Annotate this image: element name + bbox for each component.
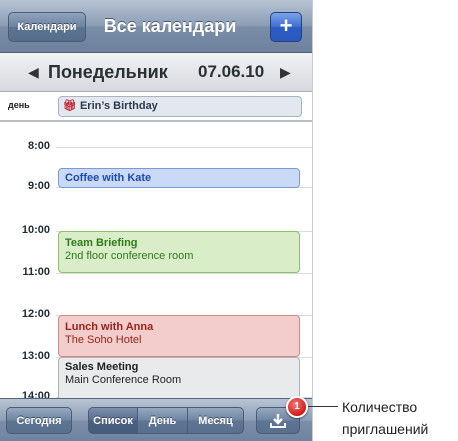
all-day-label: день — [8, 100, 30, 110]
time-label: 12:00 — [21, 308, 50, 320]
event-title: Coffee with Kate — [65, 172, 152, 184]
event-location: The Soho Hotel — [65, 334, 142, 346]
navigation-bar: Календари Все календари + — [0, 0, 312, 53]
event-lunch-with-anna[interactable]: Lunch with Anna The Soho Hotel — [58, 315, 300, 357]
event-location: 2nd floor conference room — [65, 250, 194, 262]
month-view-tab[interactable]: Месяц — [187, 407, 244, 434]
bottom-toolbar: Сегодня Список День Месяц — [0, 398, 312, 441]
all-day-row: день 🎁︎ Erin’s Birthday — [0, 92, 312, 122]
download-tray-icon — [270, 414, 286, 428]
invitation-count-badge: 1 — [286, 396, 308, 418]
time-label: 10:00 — [21, 224, 50, 236]
time-label: 11:00 — [22, 266, 50, 278]
event-sales-meeting[interactable]: Sales Meeting Main Conference Room — [58, 357, 300, 400]
next-day-arrow-icon[interactable]: ▶ — [280, 62, 291, 82]
event-coffee-with-kate[interactable]: Coffee with Kate — [58, 168, 300, 188]
plus-icon: + — [279, 13, 293, 38]
event-title: Lunch with Anna — [65, 321, 154, 333]
calendars-button[interactable]: Календари — [8, 12, 86, 42]
callout-label: Количество приглашений — [342, 399, 429, 437]
list-view-tab[interactable]: Список — [88, 407, 138, 434]
day-timeline[interactable]: 8:00 9:00 10:00 11:00 12:00 13:00 14:00 … — [0, 124, 312, 400]
gift-icon: 🎁︎ — [63, 100, 77, 112]
hour-line — [56, 147, 312, 148]
time-label: 13:00 — [21, 350, 50, 362]
page-title: Все календари — [103, 16, 237, 36]
today-button[interactable]: Сегодня — [6, 407, 72, 434]
previous-day-arrow-icon[interactable]: ◀ — [28, 62, 39, 82]
add-event-button[interactable]: + — [270, 12, 302, 42]
callout-line — [308, 406, 338, 407]
event-title: Team Briefing — [65, 237, 138, 249]
all-day-event[interactable]: 🎁︎ Erin’s Birthday — [58, 96, 302, 117]
event-team-briefing[interactable]: Team Briefing 2nd floor conference room — [58, 231, 300, 273]
time-label: 8:00 — [27, 140, 50, 152]
iphone-calendar-screen: Календари Все календари + ◀ Понедельник … — [0, 0, 313, 441]
event-location: Main Conference Room — [65, 374, 182, 386]
weekday-label: Понедельник — [48, 62, 168, 82]
date-header: ◀ Понедельник 07.06.10 ▶ — [0, 53, 312, 92]
all-day-event-title: Erin’s Birthday — [79, 100, 158, 112]
hour-line — [56, 273, 312, 274]
time-label: 9:00 — [27, 180, 50, 192]
day-view-tab[interactable]: День — [137, 407, 188, 434]
date-label: 07.06.10 — [198, 62, 265, 81]
event-title: Sales Meeting — [65, 361, 139, 373]
